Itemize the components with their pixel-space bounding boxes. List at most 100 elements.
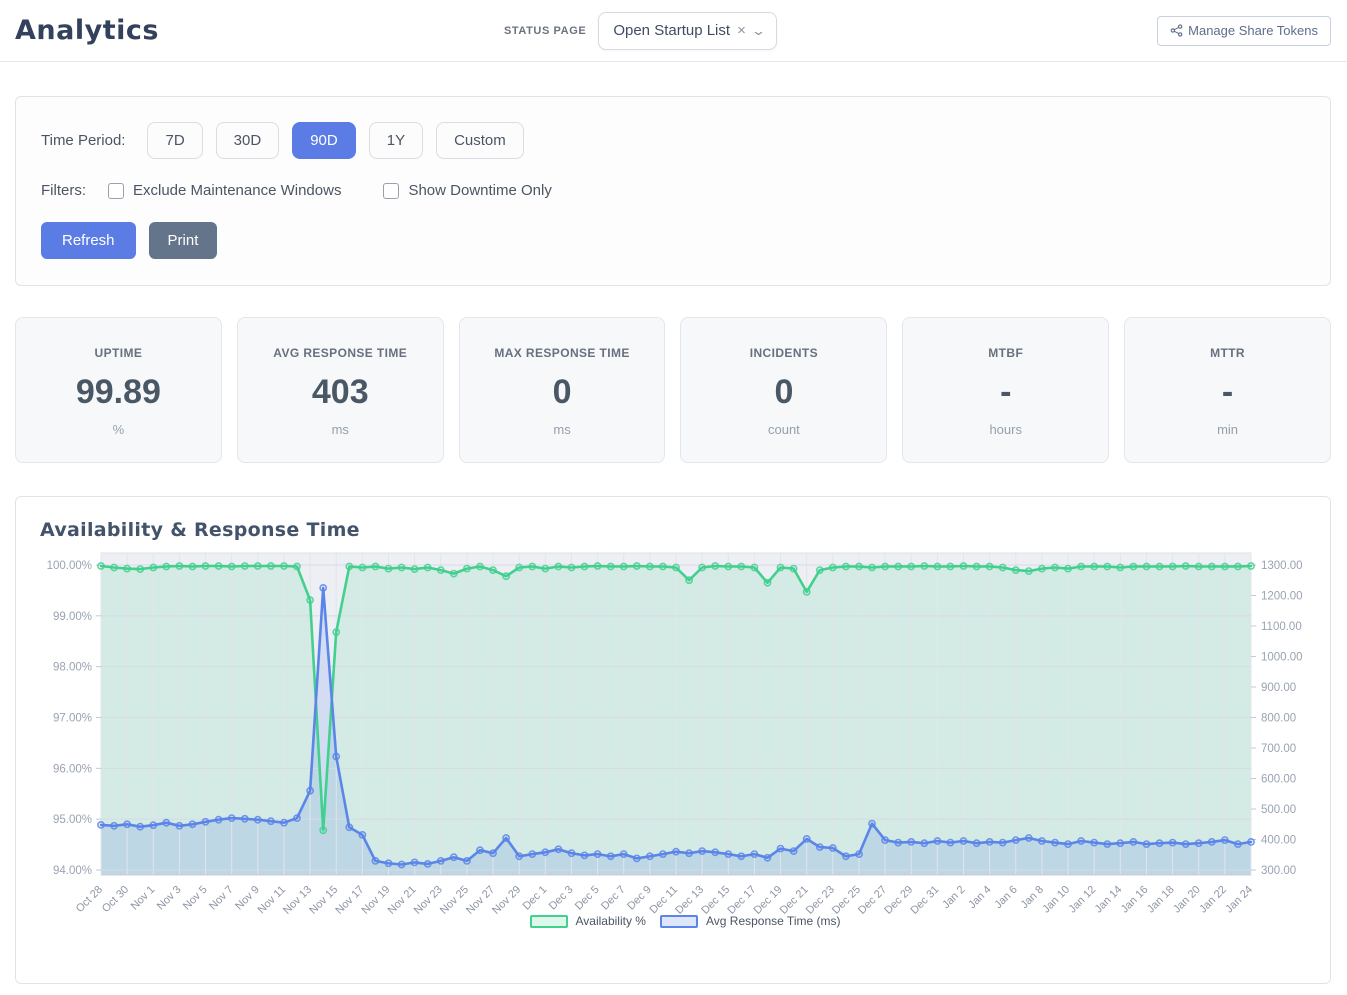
status-page-selected-value: Open Startup List (613, 22, 730, 39)
header: Analytics STATUS PAGE Open Startup List … (0, 0, 1347, 62)
svg-text:Nov 13: Nov 13 (281, 884, 314, 917)
status-page-label: STATUS PAGE (504, 25, 586, 37)
svg-text:700.00: 700.00 (1261, 743, 1296, 755)
svg-text:1000.00: 1000.00 (1261, 652, 1303, 664)
stat-unit: min (1125, 422, 1330, 437)
stat-card-mtbf: MTBF - hours (902, 317, 1109, 463)
stat-value: - (903, 373, 1108, 412)
svg-text:Dec 19: Dec 19 (752, 884, 785, 917)
stat-unit: count (681, 422, 886, 437)
svg-text:1200.00: 1200.00 (1261, 591, 1303, 603)
svg-text:Jan 18: Jan 18 (1145, 884, 1177, 916)
stat-label: MAX RESPONSE TIME (460, 346, 665, 360)
svg-text:1100.00: 1100.00 (1261, 621, 1302, 633)
svg-text:500.00: 500.00 (1261, 804, 1296, 816)
svg-text:Dec 13: Dec 13 (673, 884, 706, 917)
svg-text:Dec 15: Dec 15 (699, 884, 732, 917)
svg-text:Jan 10: Jan 10 (1040, 884, 1072, 916)
period-button-7d[interactable]: 7D (147, 122, 202, 159)
period-button-90d[interactable]: 90D (292, 122, 356, 159)
stat-card-incidents: INCIDENTS 0 count (680, 317, 887, 463)
exclude-maintenance-checkbox[interactable]: Exclude Maintenance Windows (108, 182, 341, 199)
svg-text:97.00%: 97.00% (53, 713, 92, 725)
svg-text:Jan 22: Jan 22 (1197, 884, 1229, 916)
chart-panel: Availability & Response Time 100.00%99.0… (15, 496, 1331, 984)
stat-unit: % (16, 422, 221, 437)
svg-text:Dec 25: Dec 25 (830, 884, 863, 917)
filter-panel: Time Period: 7D 30D 90D 1Y Custom Filter… (15, 96, 1331, 286)
stat-card-avg-response: AVG RESPONSE TIME 403 ms (237, 317, 444, 463)
time-period-label: Time Period: (41, 132, 125, 149)
svg-text:Nov 7: Nov 7 (207, 884, 236, 913)
period-button-1y[interactable]: 1Y (369, 122, 423, 159)
svg-text:Oct 28: Oct 28 (74, 884, 105, 915)
svg-text:Nov 19: Nov 19 (359, 884, 392, 917)
manage-share-tokens-button[interactable]: Manage Share Tokens (1157, 16, 1331, 46)
stat-unit: hours (903, 422, 1108, 437)
svg-text:300.00: 300.00 (1261, 865, 1296, 877)
svg-text:800.00: 800.00 (1261, 713, 1296, 725)
svg-text:Jan 20: Jan 20 (1171, 884, 1203, 916)
svg-text:Dec 3: Dec 3 (547, 884, 576, 913)
svg-text:Nov 15: Nov 15 (307, 884, 340, 917)
stat-unit: ms (460, 422, 665, 437)
availability-response-chart: 100.00%99.00%98.00%97.00%96.00%95.00%94.… (40, 548, 1340, 940)
svg-text:1300.00: 1300.00 (1261, 560, 1303, 572)
stat-value: 99.89 (16, 373, 221, 412)
svg-text:Dec 27: Dec 27 (856, 884, 889, 917)
svg-text:Nov 5: Nov 5 (181, 884, 210, 913)
svg-text:Dec 31: Dec 31 (908, 884, 941, 917)
checkbox-icon[interactable] (108, 183, 124, 199)
svg-text:Dec 17: Dec 17 (725, 884, 758, 917)
stat-card-uptime: UPTIME 99.89 % (15, 317, 222, 463)
stat-label: AVG RESPONSE TIME (238, 346, 443, 360)
svg-text:400.00: 400.00 (1261, 835, 1296, 847)
svg-text:Nov 29: Nov 29 (490, 884, 523, 917)
manage-share-tokens-label: Manage Share Tokens (1188, 23, 1318, 38)
page-title: Analytics (15, 15, 159, 46)
svg-text:Jan 2: Jan 2 (940, 884, 968, 912)
svg-text:Dec 29: Dec 29 (882, 884, 915, 917)
stat-label: MTTR (1125, 346, 1330, 360)
legend-item-availability: Availability % (530, 914, 646, 928)
svg-text:Nov 27: Nov 27 (464, 884, 497, 917)
svg-text:Nov 21: Nov 21 (386, 884, 419, 917)
stat-label: MTBF (903, 346, 1108, 360)
refresh-button[interactable]: Refresh (41, 222, 136, 259)
svg-text:Dec 21: Dec 21 (778, 884, 811, 917)
period-button-30d[interactable]: 30D (216, 122, 280, 159)
stat-unit: ms (238, 422, 443, 437)
svg-text:900.00: 900.00 (1261, 682, 1296, 694)
svg-text:Oct 30: Oct 30 (100, 884, 131, 915)
chart-legend: Availability % Avg Response Time (ms) (40, 914, 1330, 928)
time-period-button-group: 7D 30D 90D 1Y Custom (147, 122, 523, 159)
stat-card-mttr: MTTR - min (1124, 317, 1331, 463)
stat-card-max-response: MAX RESPONSE TIME 0 ms (459, 317, 666, 463)
svg-text:Jan 24: Jan 24 (1223, 884, 1255, 916)
svg-text:98.00%: 98.00% (53, 662, 92, 674)
checkbox-icon[interactable] (383, 183, 399, 199)
print-button[interactable]: Print (149, 222, 218, 259)
svg-text:Nov 23: Nov 23 (412, 884, 445, 917)
svg-text:96.00%: 96.00% (53, 763, 92, 775)
svg-text:Nov 17: Nov 17 (333, 884, 366, 917)
legend-label: Availability % (576, 914, 646, 928)
svg-text:Jan 12: Jan 12 (1066, 884, 1098, 916)
legend-label: Avg Response Time (ms) (706, 914, 841, 928)
status-page-select[interactable]: Open Startup List × ⌄ (598, 12, 776, 50)
svg-text:Dec 7: Dec 7 (599, 884, 628, 913)
stat-value: - (1125, 373, 1330, 412)
stat-value: 0 (681, 373, 886, 412)
stat-value: 0 (460, 373, 665, 412)
svg-text:600.00: 600.00 (1261, 774, 1296, 786)
exclude-maintenance-label: Exclude Maintenance Windows (133, 182, 341, 199)
svg-text:Nov 25: Nov 25 (438, 884, 471, 917)
period-button-custom[interactable]: Custom (436, 122, 524, 159)
clear-selection-icon[interactable]: × (737, 22, 746, 39)
svg-text:Nov 1: Nov 1 (129, 884, 158, 913)
svg-text:95.00%: 95.00% (53, 814, 92, 826)
chevron-down-icon: ⌄ (751, 23, 766, 39)
availability-swatch-icon (530, 915, 568, 928)
show-downtime-checkbox[interactable]: Show Downtime Only (383, 182, 551, 199)
chart-title: Availability & Response Time (40, 519, 1330, 541)
